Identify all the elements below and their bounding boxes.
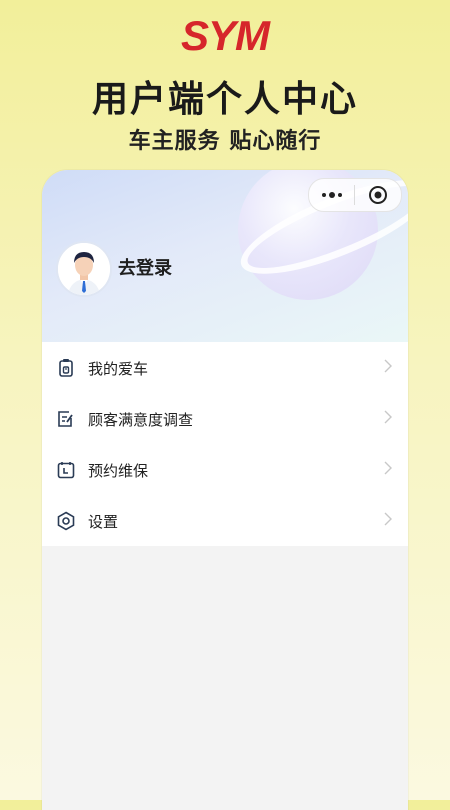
profile-header: 去登录 — [42, 170, 408, 342]
survey-icon — [58, 411, 73, 427]
login-link[interactable]: 去登录 — [118, 254, 172, 280]
avatar[interactable] — [56, 241, 112, 297]
close-button[interactable] — [355, 179, 401, 211]
brand-logo: SYM — [0, 10, 450, 64]
menu-label: 预约维保 — [88, 462, 149, 480]
page-subline: 车主服务 贴心随行 — [128, 129, 322, 154]
more-button[interactable] — [309, 179, 354, 211]
more-dots-icon — [321, 192, 342, 198]
target-circle-icon — [369, 186, 387, 204]
menu-label: 我的爱车 — [88, 360, 149, 378]
page-headline: 用户端个人中心 — [91, 79, 358, 120]
menu-item-settings[interactable]: 设置 — [42, 495, 408, 546]
settings-icon — [57, 511, 75, 531]
menu-item-maintenance-booking[interactable]: 预约维保 — [42, 444, 408, 495]
menu-label: 设置 — [88, 513, 119, 531]
chevron-right-icon — [384, 512, 392, 526]
sym-logo-icon: SYM — [181, 12, 272, 59]
calendar-icon — [57, 462, 75, 479]
chevron-right-icon — [384, 359, 392, 373]
svg-text:SYM: SYM — [181, 12, 271, 59]
menu-item-satisfaction-survey[interactable]: 顾客满意度调查 — [42, 393, 408, 444]
chevron-right-icon — [384, 410, 392, 424]
car-key-icon — [59, 359, 73, 377]
mini-program-capsule — [308, 178, 402, 212]
menu-list: 我的爱车 顾客满意度调查 预约维保 设置 — [42, 342, 408, 546]
user-avatar-icon — [58, 243, 110, 295]
menu-item-my-car[interactable]: 我的爱车 — [42, 342, 408, 393]
chevron-right-icon — [384, 461, 392, 475]
phone-screen: 去登录 我的爱车 顾客满意度调查 预约维保 设置 — [42, 170, 408, 810]
menu-label: 顾客满意度调查 — [88, 411, 194, 429]
